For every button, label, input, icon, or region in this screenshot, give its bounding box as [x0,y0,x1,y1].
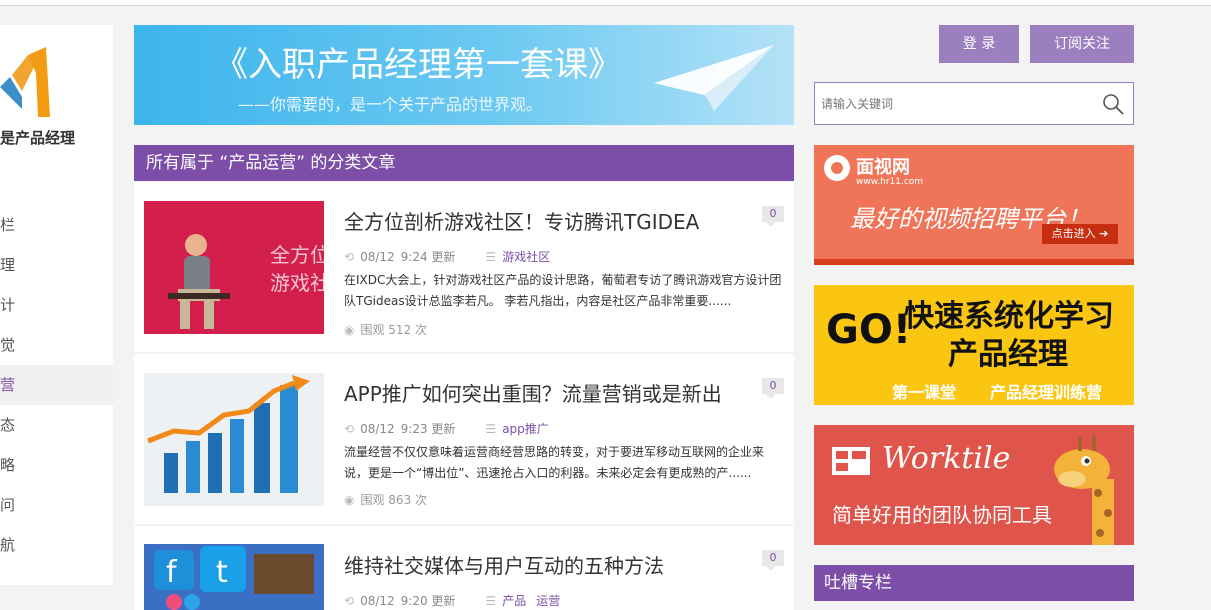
sidebar-item[interactable]: 态 [0,405,113,445]
ad-url: www.hr11.com [856,177,924,187]
article-thumbnail[interactable] [144,373,324,506]
giraffe-icon [1054,435,1114,545]
article-item: APP推广如何突出重围？流量营销或是新出 0 ⟲ 08/12 9:23 更新 ☰… [134,354,794,524]
list-icon: ☰ [485,421,497,436]
search-input[interactable] [821,93,1091,115]
article-meta: ⟲ 08/12 9:23 更新 ☰ app推广 [344,420,559,437]
svg-text:f: f [166,555,178,590]
sidebar-item[interactable]: 计 [0,285,113,325]
sidebar-item[interactable]: 理 [0,245,113,285]
article-time: 9:20 更新 [400,594,456,608]
comment-count-badge[interactable]: 0 [762,206,784,227]
article-title[interactable]: 全方位剖析游戏社区！专访腾讯TGIDEA [344,206,699,235]
banner-subtitle: ——你需要的，是一个关于产品的世界观。 [238,95,543,114]
site-name: 是产品经理 [0,129,76,147]
article-tag[interactable]: 游戏社区 [502,248,550,265]
ad-cta-label: 点击进入 [1051,227,1096,240]
sidebar-item[interactable]: 觉 [0,325,113,365]
banner-title: 《入职产品经理第一套课》 [214,45,622,85]
ad-slogan: 简单好用的团队协同工具 [832,503,1052,527]
list-icon: ☰ [485,593,497,608]
article-meta: ⟲ 08/12 9:20 更新 ☰ 产品 运营 [344,592,570,609]
sidebar-item[interactable]: 栏 [0,205,113,245]
social-media-icon: f t [144,544,324,610]
eye-icon: ◉ [344,493,355,507]
article-item: 全方位 游戏社 全方位剖析游戏社区！专访腾讯TGIDEA 0 ⟲ 08/12 9… [134,182,794,352]
subscribe-button[interactable]: 订阅关注 [1030,25,1134,63]
article-thumbnail[interactable]: f t [144,544,324,610]
comment-count-badge[interactable]: 0 [762,550,784,571]
arrow-right-icon: ➔ [1095,227,1109,240]
paper-plane-icon [654,45,774,111]
search-icon[interactable] [1101,92,1125,116]
article-tag[interactable]: 运营 [536,592,560,609]
sidebar-item[interactable]: 航 [0,525,113,565]
refresh-icon: ⟲ [344,593,355,608]
article-views: ◉ 围观 512 次 [344,321,427,338]
ad-brand: Worktile [882,441,1011,476]
comment-count-badge[interactable]: 0 [762,378,784,399]
ad-headline-2: 产品经理 [948,337,1068,372]
article-excerpt: 流量经营不仅仅意味着运营商经营思路的转变，对于要进军移动互联网的企业来说，更是一… [344,445,765,480]
ad-go: GO! [826,307,912,353]
article-time: 9:24 更新 [400,250,456,264]
ad-cta-button[interactable]: 点击进入 ➔ [1042,224,1118,244]
brand-logo-icon [824,155,850,181]
refresh-icon: ⟲ [344,249,355,264]
worktile-logo-icon [832,447,870,475]
ad-worktile[interactable]: Worktile 简单好用的团队协同工具 [814,425,1134,545]
article-date: 08/12 [360,421,395,436]
article-meta: ⟲ 08/12 9:24 更新 ☰ 游戏社区 [344,248,560,265]
article-item: f t 维持社交媒体与用户互动的五种方法 0 ⟲ 08/12 9:20 更新 ☰… [134,526,794,610]
thumbnail-caption: 全方位 游戏社 [270,243,324,295]
sidebar-item[interactable]: 略 [0,445,113,485]
ad-mianshiwang[interactable]: 面视网 www.hr11.com 最好的视频招聘平台！ 点击进入 ➔ [814,145,1134,265]
course-banner[interactable]: 《入职产品经理第一套课》 ——你需要的，是一个关于产品的世界观。 [134,25,794,125]
views-count: 围观 512 次 [360,323,428,337]
ad-pm-training[interactable]: GO! 快速系统化学习 产品经理 第一课堂 产品经理训练营 [814,285,1134,405]
search-box [814,82,1134,125]
list-icon: ☰ [485,249,497,264]
eye-icon: ◉ [344,323,355,337]
login-button[interactable]: 登 录 [939,25,1019,63]
ad-sub: 产品经理训练营 [990,383,1103,402]
ad-brand: 第一课堂 [892,383,957,402]
views-count: 围观 863 次 [360,493,428,507]
sidebar-item[interactable]: 问 [0,485,113,525]
category-header: 所有属于 “产品运营” 的分类文章 [134,145,794,181]
article-excerpt: 在IXDC大会上，针对游戏社区产品的设计思路，葡萄君专访了腾讯游戏官方设计团队T… [344,273,782,308]
sidebar-section-header: 吐槽专栏 [814,565,1134,601]
article-time: 9:23 更新 [400,422,456,436]
article-title[interactable]: APP推广如何突出重围？流量营销或是新出 [344,378,722,407]
top-border [0,0,1211,6]
sidebar-item-active[interactable]: 营 [0,365,113,405]
article-thumbnail[interactable]: 全方位 游戏社 [144,201,324,334]
svg-text:t: t [216,555,228,590]
article-title[interactable]: 维持社交媒体与用户互动的五种方法 [344,550,664,579]
article-date: 08/12 [360,593,395,608]
sidebar-nav: 栏 理 计 觉 营 态 略 问 航 [0,205,113,565]
article-tag[interactable]: 产品 [502,592,526,609]
article-tag[interactable]: app推广 [502,420,549,437]
left-sidebar: 是产品经理 栏 理 计 觉 营 态 略 问 航 [0,25,113,585]
ad-brand: 面视网 [856,157,910,178]
article-date: 08/12 [360,249,395,264]
site-logo[interactable] [0,47,56,119]
article-views: ◉ 围观 863 次 [344,491,427,508]
growth-chart-icon [144,373,324,506]
refresh-icon: ⟲ [344,421,355,436]
